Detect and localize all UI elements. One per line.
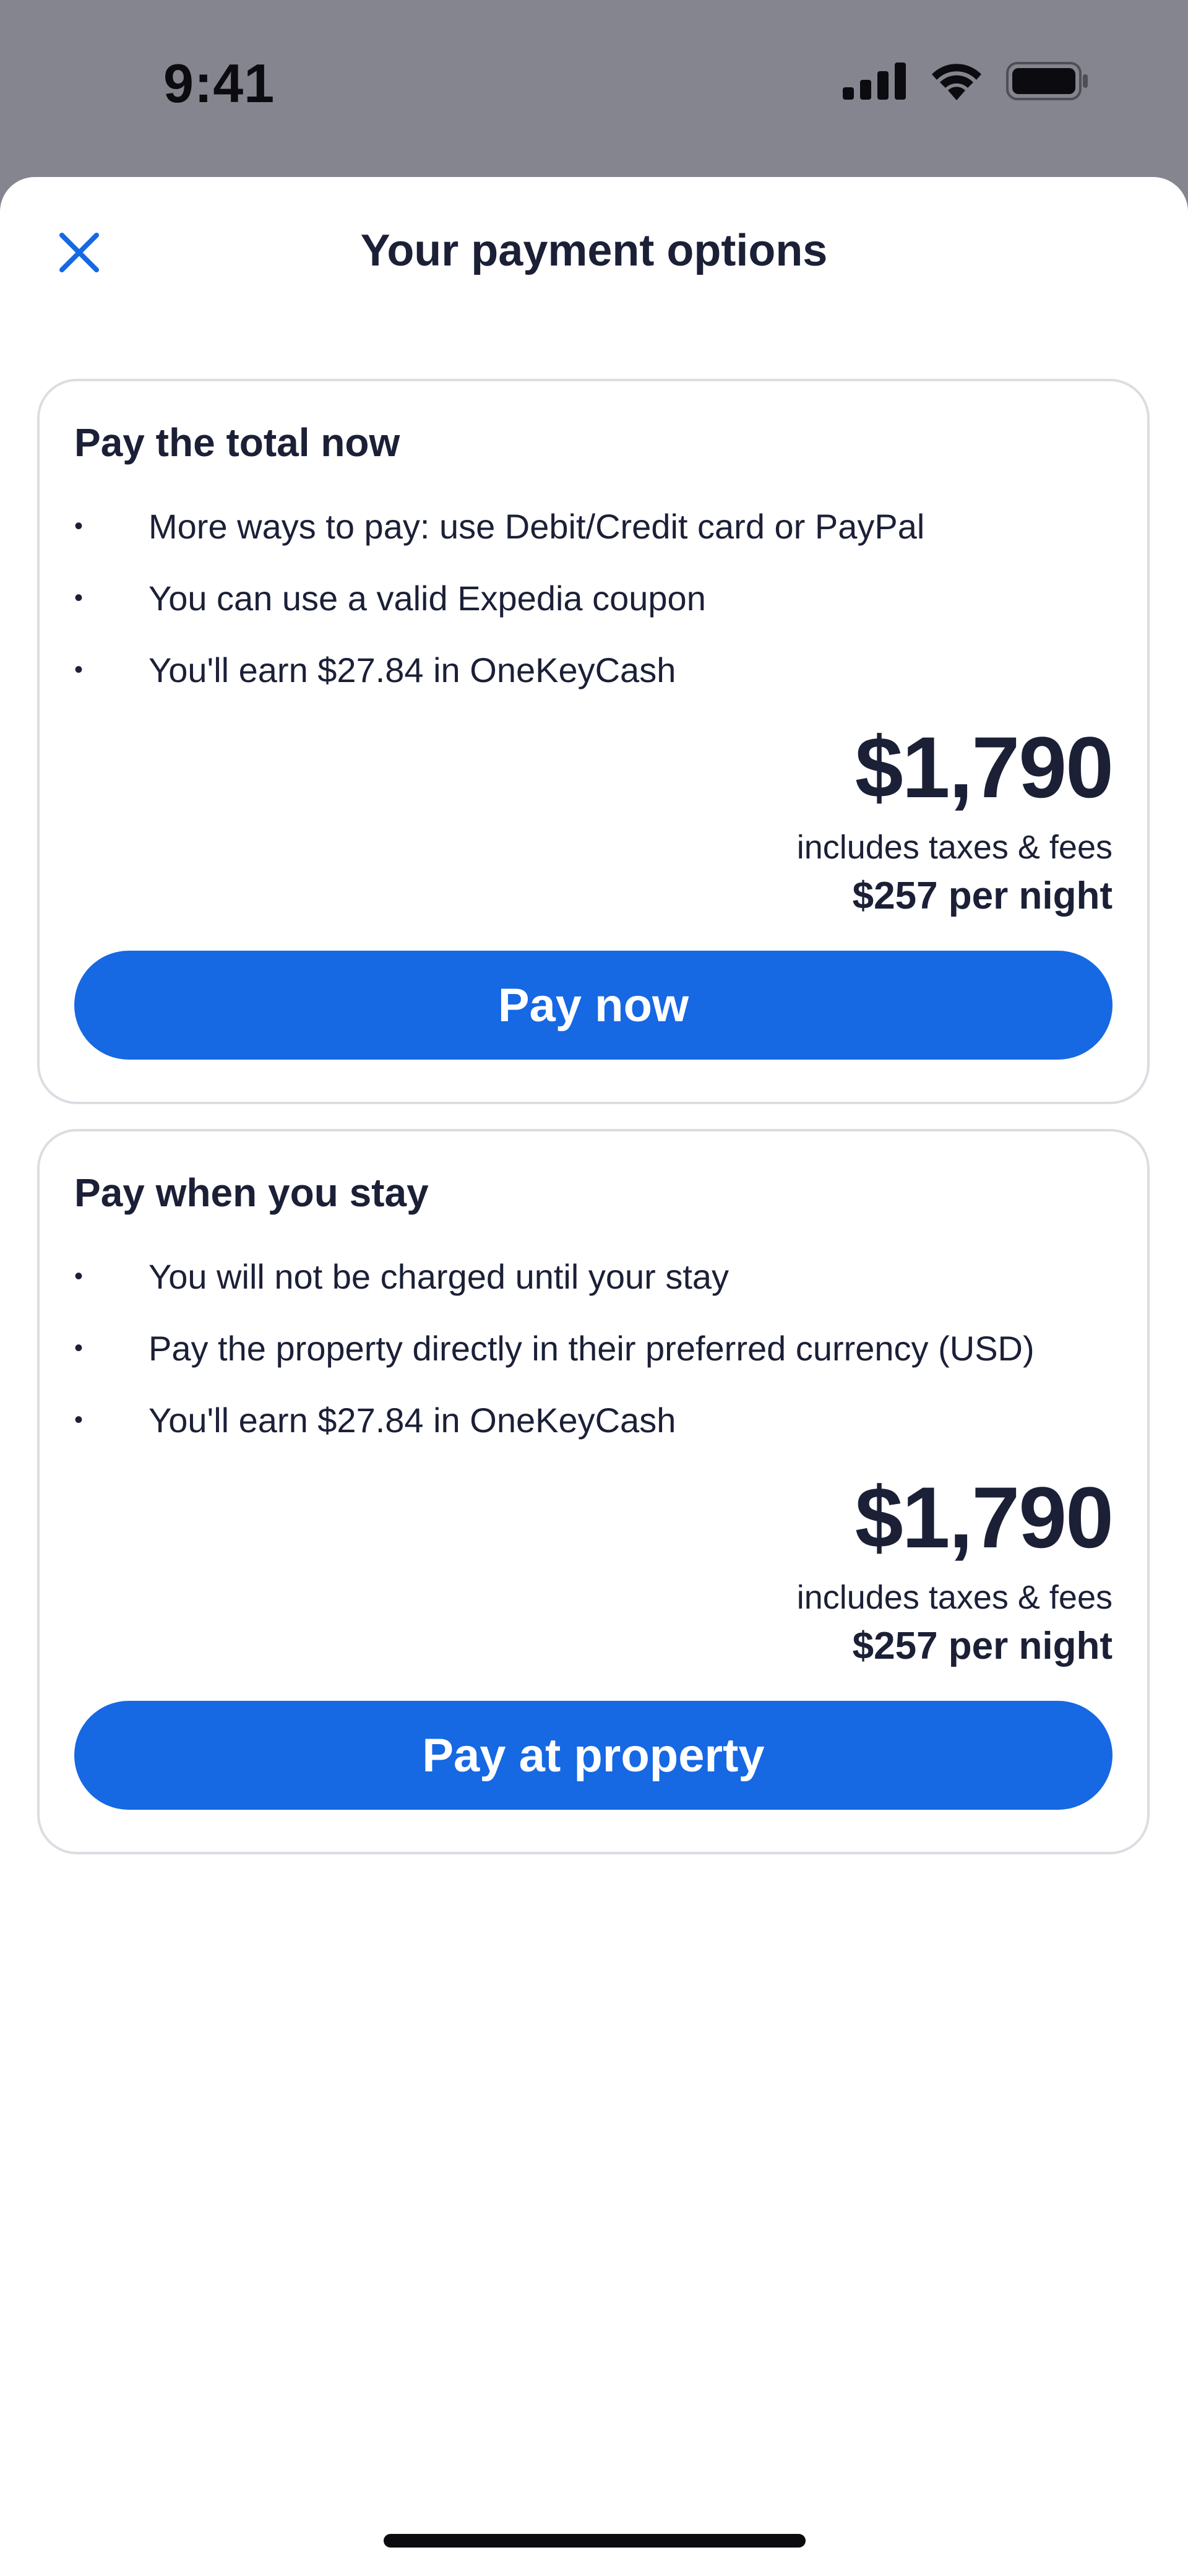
bullet-icon: • — [74, 1406, 84, 1433]
total-price: $1,790 — [854, 1469, 1114, 1566]
option-title: Pay when you stay — [74, 1170, 429, 1215]
price-block: $1,790 includes taxes & fees $257 per ni… — [796, 1469, 1114, 1668]
option-benefits-list: • You will not be charged until your sta… — [74, 1240, 1035, 1456]
list-item: • Pay the property directly in their pre… — [74, 1312, 1035, 1384]
payment-options-sheet: Your payment options Pay the total now •… — [0, 177, 1188, 2576]
list-item: • You will not be charged until your sta… — [74, 1240, 1035, 1312]
option-title: Pay the total now — [74, 420, 400, 465]
list-item: • More ways to pay: use Debit/Credit car… — [74, 490, 924, 562]
status-time: 9:41 — [163, 53, 275, 114]
bullet-icon: • — [74, 1334, 84, 1362]
per-night-price: $257 per night — [852, 875, 1113, 917]
bullet-icon: • — [74, 1263, 84, 1290]
price-note: includes taxes & fees — [796, 829, 1113, 866]
battery-icon — [1006, 62, 1089, 100]
price-note: includes taxes & fees — [796, 1579, 1113, 1616]
list-item: • You'll earn $27.84 in OneKeyCash — [74, 634, 924, 706]
list-item: • You can use a valid Expedia coupon — [74, 562, 924, 634]
benefit-text: You'll earn $27.84 in OneKeyCash — [148, 1400, 676, 1440]
per-night-price: $257 per night — [852, 1625, 1113, 1667]
pay-now-option-card: Pay the total now • More ways to pay: us… — [37, 379, 1150, 1104]
benefit-text: More ways to pay: use Debit/Credit card … — [148, 506, 925, 546]
total-price: $1,790 — [854, 719, 1114, 816]
bullet-icon: • — [74, 584, 84, 612]
pay-now-button[interactable]: Pay now — [74, 951, 1113, 1060]
home-indicator — [384, 2534, 806, 2548]
benefit-text: You will not be charged until your stay — [148, 1256, 730, 1296]
benefit-text: Pay the property directly in their prefe… — [148, 1328, 1035, 1368]
pay-at-property-button[interactable]: Pay at property — [74, 1701, 1113, 1810]
benefit-text: You can use a valid Expedia coupon — [148, 578, 706, 618]
bullet-icon: • — [74, 512, 84, 540]
status-bar: 9:41 — [0, 0, 1188, 177]
bullet-icon: • — [74, 656, 84, 683]
price-block: $1,790 includes taxes & fees $257 per ni… — [796, 719, 1114, 918]
wifi-icon — [929, 62, 984, 100]
benefit-text: You'll earn $27.84 in OneKeyCash — [148, 650, 676, 689]
status-icons — [843, 62, 1089, 100]
list-item: • You'll earn $27.84 in OneKeyCash — [74, 1384, 1035, 1456]
option-benefits-list: • More ways to pay: use Debit/Credit car… — [74, 490, 924, 706]
cellular-signal-icon — [843, 63, 907, 100]
sheet-header: Your payment options — [0, 177, 1188, 326]
pay-at-property-option-card: Pay when you stay • You will not be char… — [37, 1129, 1150, 1854]
sheet-title: Your payment options — [360, 226, 828, 275]
